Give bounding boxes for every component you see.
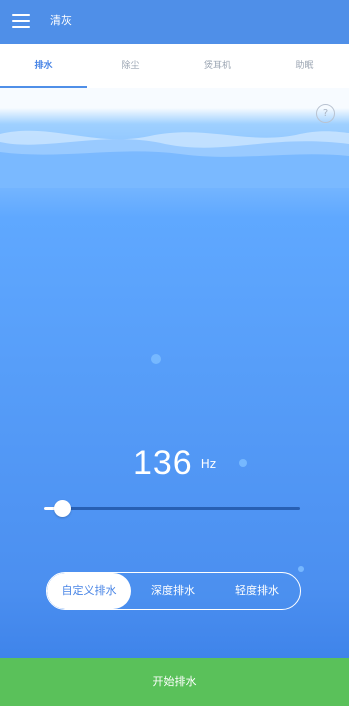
tab-sleep[interactable]: 助眠 bbox=[261, 44, 348, 88]
mode-custom-drain[interactable]: 自定义排水 bbox=[47, 573, 131, 609]
slider-track bbox=[44, 507, 300, 510]
help-icon[interactable]: ? bbox=[316, 104, 335, 123]
drain-mode-selector: 自定义排水 深度排水 轻度排水 bbox=[46, 572, 301, 610]
menu-icon[interactable] bbox=[12, 14, 30, 28]
frequency-unit: Hz bbox=[200, 457, 217, 471]
top-app-bar: 清灰 bbox=[0, 0, 349, 44]
tab-drain[interactable]: 排水 bbox=[0, 44, 87, 88]
mode-deep-drain[interactable]: 深度排水 bbox=[131, 573, 215, 609]
slider-thumb[interactable] bbox=[53, 500, 71, 517]
frequency-display: 136 Hz bbox=[0, 444, 349, 483]
page-title: 清灰 bbox=[50, 14, 72, 27]
water-visualization: ? 136 Hz 自定义排水 深度排水 轻度排水 bbox=[0, 88, 349, 658]
tab-dust[interactable]: 除尘 bbox=[87, 44, 174, 88]
tab-bar: 排水 除尘 煲耳机 助眠 bbox=[0, 44, 349, 89]
tab-earphone-burn-in[interactable]: 煲耳机 bbox=[174, 44, 261, 88]
mode-light-drain[interactable]: 轻度排水 bbox=[215, 573, 299, 609]
app: 清灰 排水 除尘 煲耳机 助眠 ? 136 Hz 自定义排水 深度排水 轻度排水 bbox=[0, 0, 349, 706]
start-drain-button[interactable]: 开始排水 bbox=[0, 658, 349, 706]
frequency-slider[interactable] bbox=[44, 498, 300, 518]
bubble-decoration bbox=[151, 354, 161, 364]
bubble-decoration bbox=[298, 566, 304, 572]
frequency-value: 136 bbox=[132, 444, 193, 482]
wave-graphic bbox=[0, 130, 349, 188]
